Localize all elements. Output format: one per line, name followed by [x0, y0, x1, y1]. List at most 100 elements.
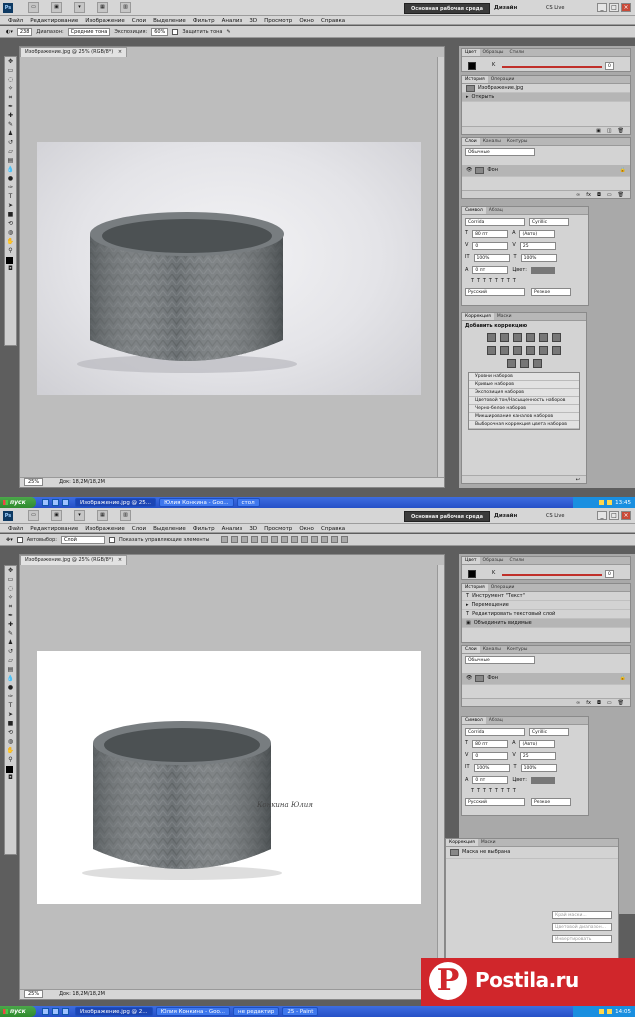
- ie-icon[interactable]: [42, 1008, 49, 1015]
- eyedropper-tool-icon[interactable]: ✒: [5, 103, 16, 111]
- fx-icon[interactable]: fx: [586, 699, 591, 706]
- hscale-field[interactable]: 100%: [520, 254, 557, 262]
- taskbar-item[interactable]: Юлия Конкина - Goo...: [159, 498, 234, 507]
- align-bottom-icon[interactable]: [241, 536, 249, 543]
- panel-tab[interactable]: Образцы: [480, 557, 507, 564]
- 3d-camera-tool-icon[interactable]: ◍: [5, 738, 16, 746]
- channel-mixer-icon[interactable]: [526, 346, 535, 355]
- image-canvas[interactable]: Конкина Юлия: [37, 651, 421, 904]
- move-tool-icon[interactable]: ✥: [5, 58, 16, 66]
- mask-edge-button[interactable]: Край маски...: [552, 911, 612, 919]
- pen-tool-icon[interactable]: ✑: [5, 693, 16, 701]
- link-icon[interactable]: ∞: [576, 191, 580, 198]
- move-tool-icon[interactable]: ✥: [5, 567, 16, 575]
- marquee-tool-icon[interactable]: ▭: [5, 67, 16, 75]
- taskbar-item[interactable]: 25 - Paint: [282, 1007, 319, 1016]
- hand-tool-icon[interactable]: ✋: [5, 238, 16, 246]
- panel-tab[interactable]: История: [462, 76, 488, 83]
- shape-tool-icon[interactable]: ■: [5, 720, 16, 728]
- type-tool-icon[interactable]: T: [5, 193, 16, 201]
- new-doc-icon[interactable]: ▣: [596, 127, 601, 134]
- gradient-map-icon[interactable]: [519, 359, 529, 368]
- taskbar-item[interactable]: Изображение.jpg @ 2...: [75, 1007, 153, 1016]
- panel-tab[interactable]: Маски: [478, 839, 499, 846]
- menu-item[interactable]: Изображение: [85, 18, 125, 24]
- document-tab[interactable]: Изображение.jpg @ 25% (RGB/8*) ×: [20, 47, 128, 57]
- autoselect-target-select[interactable]: Слой: [60, 535, 105, 544]
- minimize-icon[interactable]: _: [597, 511, 607, 520]
- invert-icon[interactable]: [539, 346, 548, 355]
- fx-icon[interactable]: fx: [586, 191, 591, 198]
- leading-field[interactable]: (Авто): [519, 740, 556, 748]
- hue-sat-icon[interactable]: [552, 333, 561, 342]
- menu-item[interactable]: Окно: [299, 526, 314, 532]
- folder-icon[interactable]: [52, 1008, 59, 1015]
- panel-tab[interactable]: Символ: [462, 207, 486, 214]
- align-left-icon[interactable]: [251, 536, 259, 543]
- vibrance-icon[interactable]: [539, 333, 548, 342]
- screen-mode-icon[interactable]: ▥: [120, 510, 131, 521]
- panel-tab[interactable]: Контуры: [504, 138, 531, 145]
- distribute-left-icon[interactable]: [311, 536, 319, 543]
- panel-tab[interactable]: Коррекция: [446, 839, 478, 846]
- blend-mode-select[interactable]: Обычные: [465, 656, 535, 664]
- crop-tool-icon[interactable]: ⌗: [5, 603, 16, 611]
- panel-tab[interactable]: Операции: [488, 76, 518, 83]
- photo-filter-icon[interactable]: [513, 346, 522, 355]
- autoselect-checkbox[interactable]: [16, 536, 23, 543]
- quick-mask-icon[interactable]: ◘: [5, 265, 16, 273]
- gradient-tool-icon[interactable]: ▤: [5, 666, 16, 674]
- brightness-icon[interactable]: [487, 333, 496, 342]
- history-brush-icon[interactable]: ↺: [5, 139, 16, 147]
- shape-tool-icon[interactable]: ■: [5, 211, 16, 219]
- eraser-tool-icon[interactable]: ▱: [5, 148, 16, 156]
- menu-item[interactable]: Слои: [132, 18, 146, 24]
- blur-tool-icon[interactable]: 💧: [5, 675, 16, 683]
- language-select[interactable]: Русский: [465, 288, 525, 296]
- return-icon[interactable]: ↩: [576, 476, 580, 483]
- font-size-field[interactable]: 80 пт: [472, 230, 509, 238]
- tracking-field[interactable]: 25: [519, 752, 556, 760]
- screen-mode-icon[interactable]: ▥: [120, 2, 131, 13]
- lasso-tool-icon[interactable]: ◌: [5, 585, 16, 593]
- font-style-select[interactable]: Cyrillic: [529, 728, 569, 736]
- cs-live-button[interactable]: CS Live: [546, 5, 564, 11]
- vscale-field[interactable]: 100%: [473, 764, 510, 772]
- minibridge-icon[interactable]: ▣: [51, 2, 62, 13]
- font-size-field[interactable]: 80 пт: [472, 740, 509, 748]
- levels-icon[interactable]: [500, 333, 509, 342]
- foreground-color-box[interactable]: [468, 570, 476, 578]
- antialias-select[interactable]: Резкое: [531, 288, 571, 296]
- blur-tool-icon[interactable]: 💧: [5, 166, 16, 174]
- menu-item[interactable]: 3D: [249, 526, 257, 532]
- tablet-pressure-icon[interactable]: ✎: [226, 29, 230, 35]
- menu-item[interactable]: Выделение: [153, 526, 186, 532]
- k-slider[interactable]: [502, 66, 602, 68]
- zoom-field[interactable]: 25%: [24, 990, 44, 998]
- media-icon[interactable]: [62, 499, 69, 506]
- vertical-scrollbar[interactable]: [437, 57, 444, 477]
- antialias-select[interactable]: Резкое: [531, 798, 571, 806]
- trash-icon[interactable]: 🗑: [618, 699, 624, 706]
- menu-item[interactable]: 3D: [249, 18, 257, 24]
- preset-item[interactable]: Черно-белое наборов: [469, 405, 579, 413]
- path-select-tool-icon[interactable]: ➤: [5, 711, 16, 719]
- menu-item[interactable]: Файл: [8, 18, 23, 24]
- lasso-tool-icon[interactable]: ◌: [5, 76, 16, 84]
- show-controls-checkbox[interactable]: [108, 536, 115, 543]
- panel-tab[interactable]: Абзац: [486, 717, 506, 724]
- k-slider[interactable]: [502, 574, 602, 576]
- path-select-tool-icon[interactable]: ➤: [5, 202, 16, 210]
- move-tool-icon[interactable]: ✥▾: [6, 537, 13, 543]
- text-style-buttons[interactable]: TTTTTTTT: [465, 278, 585, 284]
- taskbar-item[interactable]: стол: [236, 498, 260, 507]
- font-family-select[interactable]: Corrida: [465, 218, 525, 226]
- pen-tool-icon[interactable]: ✑: [5, 184, 16, 192]
- type-tool-icon[interactable]: T: [5, 702, 16, 710]
- menu-item[interactable]: Файл: [8, 526, 23, 532]
- quick-mask-icon[interactable]: ◘: [5, 774, 16, 782]
- eraser-tool-icon[interactable]: ▱: [5, 657, 16, 665]
- arrange-icon[interactable]: ▦: [97, 2, 108, 13]
- preset-item[interactable]: Выборочная коррекция цвета наборов: [469, 421, 579, 429]
- panel-tab[interactable]: Каналы: [480, 646, 504, 653]
